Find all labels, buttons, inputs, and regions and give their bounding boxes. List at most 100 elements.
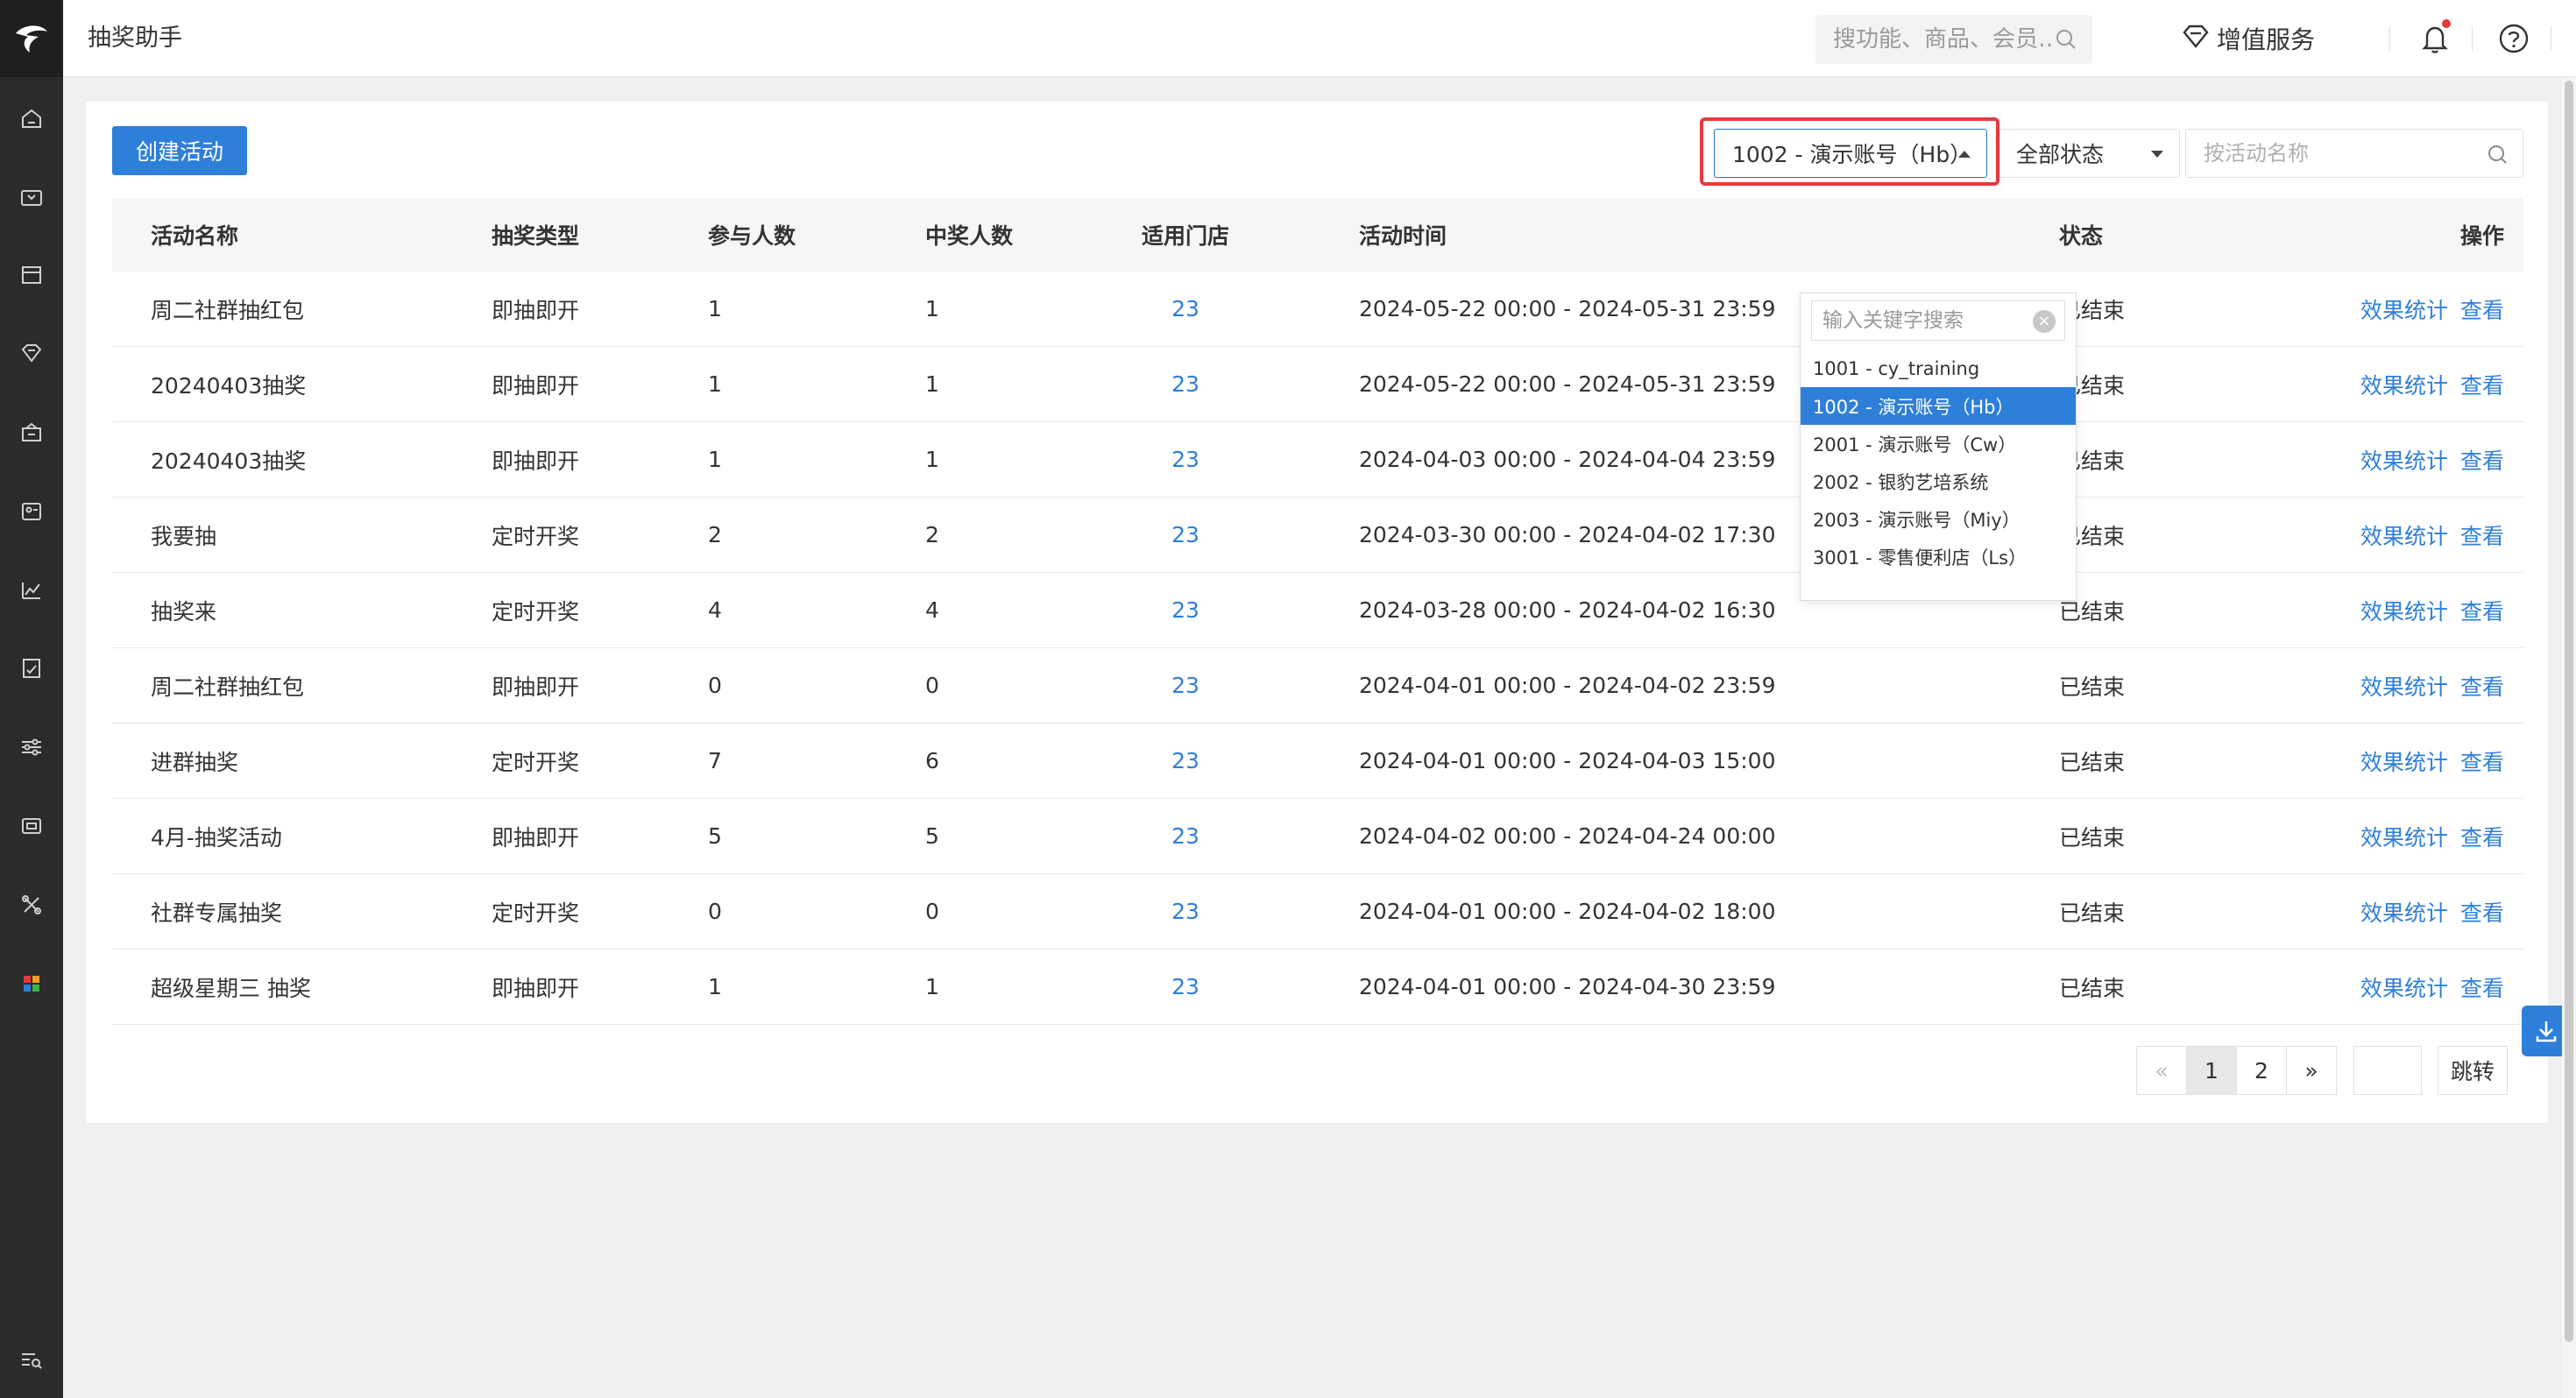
- effect-stats-link[interactable]: 效果统计: [2360, 821, 2448, 852]
- report-icon[interactable]: [16, 653, 47, 684]
- effect-stats-link[interactable]: 效果统计: [2360, 595, 2448, 626]
- winner-count: 0: [925, 899, 939, 924]
- status-select-value: 全部状态: [2016, 142, 2105, 167]
- gift-icon[interactable]: [16, 416, 47, 448]
- help-icon[interactable]: [2496, 21, 2531, 56]
- create-activity-button[interactable]: 创建活动: [112, 126, 247, 175]
- global-search-input[interactable]: [1833, 15, 2052, 64]
- store-count-link[interactable]: 23: [1142, 799, 1229, 873]
- participant-count: 1: [708, 371, 722, 397]
- home-icon[interactable]: [16, 102, 47, 134]
- view-link[interactable]: 查看: [2460, 444, 2504, 476]
- tools-icon[interactable]: [16, 889, 47, 921]
- page-1-button[interactable]: 1: [2186, 1046, 2237, 1095]
- view-link[interactable]: 查看: [2460, 595, 2504, 626]
- table-row: 4月-抽奖活动 即抽即开 5 5 23 2024-04-02 00:00 - 2024-0…: [112, 799, 2523, 874]
- lottery-type: 定时开奖: [492, 523, 580, 549]
- store-icon[interactable]: [16, 258, 47, 290]
- column-header-actions: 操作: [2459, 223, 2504, 249]
- dropdown-option[interactable]: 2001 - 演示账号（Cw）: [1801, 425, 2076, 462]
- store-count-link[interactable]: 23: [1142, 648, 1229, 723]
- activity-name-search[interactable]: [2185, 129, 2523, 178]
- store-count-link[interactable]: 23: [1142, 498, 1229, 572]
- view-link[interactable]: 查看: [2460, 369, 2504, 400]
- dropdown-option[interactable]: 2003 - 演示账号（Miy）: [1801, 500, 2076, 538]
- view-link[interactable]: 查看: [2460, 293, 2504, 325]
- activity-name: 超级星期三 抽奖: [151, 975, 311, 1001]
- effect-stats-link[interactable]: 效果统计: [2360, 971, 2448, 1003]
- diamond-icon[interactable]: [16, 337, 47, 369]
- table-row: 超级星期三 抽奖 即抽即开 1 1 23 2024-04-01 00:00 - 2024-…: [112, 950, 2523, 1025]
- row-actions: 效果统计 查看: [2360, 347, 2504, 421]
- apps-icon[interactable]: [16, 968, 47, 999]
- dropdown-option[interactable]: 2002 - 银豹艺培系统: [1801, 462, 2076, 500]
- jump-button[interactable]: 跳转: [2438, 1046, 2508, 1095]
- effect-stats-link[interactable]: 效果统计: [2360, 293, 2448, 325]
- activity-status: 已结束: [2059, 900, 2126, 926]
- view-link[interactable]: 查看: [2460, 971, 2504, 1003]
- view-link[interactable]: 查看: [2460, 821, 2504, 852]
- next-page-button[interactable]: »: [2286, 1046, 2337, 1095]
- effect-stats-link[interactable]: 效果统计: [2360, 519, 2448, 551]
- diamond-icon: [2182, 24, 2210, 54]
- row-actions: 效果统计 查看: [2360, 950, 2504, 1024]
- activity-name-search-input[interactable]: [2204, 130, 2484, 177]
- global-search[interactable]: [1815, 15, 2092, 64]
- participant-count: 1: [708, 447, 722, 472]
- store-count-link[interactable]: 23: [1142, 272, 1229, 346]
- winner-count: 5: [925, 823, 939, 849]
- winner-count: 0: [925, 673, 939, 698]
- coupon-icon[interactable]: [16, 810, 47, 842]
- status-select[interactable]: 全部状态: [1999, 129, 2180, 178]
- chart-icon[interactable]: [16, 574, 47, 605]
- store-count-link[interactable]: 23: [1142, 573, 1229, 647]
- view-link[interactable]: 查看: [2460, 896, 2504, 928]
- store-count-link[interactable]: 23: [1142, 347, 1229, 421]
- page-2-button[interactable]: 2: [2236, 1046, 2287, 1095]
- column-header-name: 活动名称: [151, 223, 239, 249]
- column-header-status: 状态: [2059, 223, 2104, 249]
- store-count-link[interactable]: 23: [1142, 724, 1229, 798]
- dropdown-option[interactable]: 3001 - 零售便利店（Ls）: [1801, 538, 2076, 575]
- dropdown-option[interactable]: 1002 - 演示账号（Hb）: [1801, 387, 2076, 425]
- effect-stats-link[interactable]: 效果统计: [2360, 745, 2448, 777]
- effect-stats-link[interactable]: 效果统计: [2360, 444, 2448, 476]
- view-link[interactable]: 查看: [2460, 745, 2504, 777]
- store-select[interactable]: 1002 - 演示账号（Hb）: [1714, 129, 1987, 178]
- wallet-icon[interactable]: [16, 181, 47, 213]
- store-count-link[interactable]: 23: [1142, 874, 1229, 949]
- effect-stats-link[interactable]: 效果统计: [2360, 670, 2448, 702]
- jump-page-input[interactable]: [2353, 1046, 2422, 1095]
- winner-count: 1: [925, 974, 939, 999]
- clear-icon[interactable]: ×: [2033, 310, 2056, 333]
- view-link[interactable]: 查看: [2460, 670, 2504, 702]
- prev-page-button[interactable]: «: [2136, 1046, 2187, 1095]
- dropdown-search[interactable]: ×: [1811, 300, 2065, 341]
- settings-sliders-icon[interactable]: [16, 731, 47, 763]
- notification-bell-icon[interactable]: [2417, 19, 2452, 56]
- lottery-type: 即抽即开: [492, 372, 580, 399]
- dropdown-option[interactable]: 1001 - cy_training: [1801, 350, 2076, 387]
- activity-name: 20240403抽奖: [151, 372, 307, 399]
- activity-time: 2024-04-01 00:00 - 2024-04-03 15:00: [1359, 748, 1776, 773]
- member-card-icon[interactable]: [16, 495, 47, 526]
- effect-stats-link[interactable]: 效果统计: [2360, 369, 2448, 400]
- search-icon[interactable]: [2486, 142, 2510, 170]
- store-count-link[interactable]: 23: [1142, 422, 1229, 497]
- menu-search-icon[interactable]: [16, 1345, 47, 1376]
- app-logo[interactable]: [0, 0, 63, 77]
- table-row: 20240403抽奖 即抽即开 1 1 23 2024-04-03 00:00 - 202…: [112, 422, 2523, 498]
- column-header-time: 活动时间: [1359, 223, 1447, 249]
- participant-count: 1: [708, 974, 722, 999]
- page-scrollbar[interactable]: [2562, 77, 2576, 1398]
- effect-stats-link[interactable]: 效果统计: [2360, 896, 2448, 928]
- value-added-services-button[interactable]: 增值服务: [2182, 19, 2315, 58]
- activity-time: 2024-04-01 00:00 - 2024-04-02 18:00: [1359, 899, 1776, 924]
- row-actions: 效果统计 查看: [2360, 724, 2504, 798]
- search-icon[interactable]: [2054, 27, 2078, 55]
- table-body: 周二社群抽红包 即抽即开 1 1 23 2024-05-22 00:00 - 2024-0…: [112, 272, 2523, 1025]
- store-count-link[interactable]: 23: [1142, 950, 1229, 1024]
- scrollbar-thumb[interactable]: [2565, 81, 2573, 1342]
- view-link[interactable]: 查看: [2460, 519, 2504, 551]
- dropdown-search-input[interactable]: [1822, 301, 2024, 340]
